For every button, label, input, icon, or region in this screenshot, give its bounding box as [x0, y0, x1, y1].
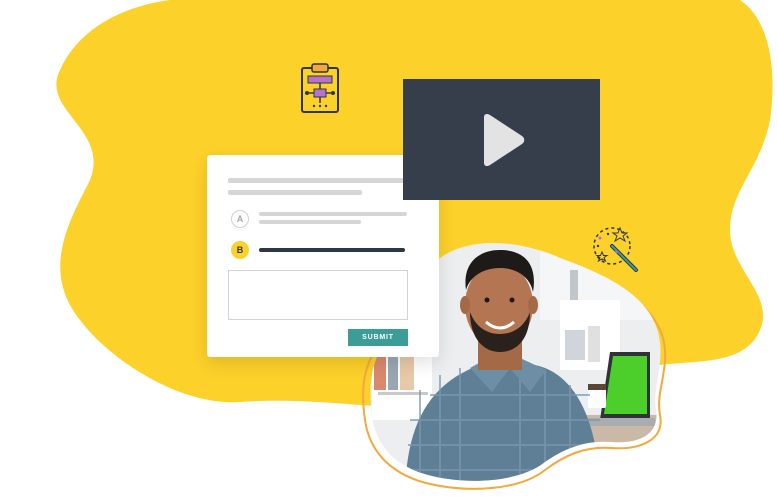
- answer-textarea[interactable]: [228, 270, 408, 320]
- question-line-1: [228, 178, 410, 183]
- play-icon[interactable]: [478, 113, 526, 167]
- option-a-radio[interactable]: A: [231, 210, 249, 228]
- question-line-2: [228, 190, 362, 195]
- option-a-line-2: [259, 220, 361, 224]
- option-b-line: [259, 248, 405, 252]
- option-a-line-1: [259, 212, 407, 216]
- magic-wand-icon: [593, 226, 638, 272]
- clipboard-flowchart-icon: [301, 63, 339, 113]
- video-player[interactable]: [403, 79, 600, 200]
- option-b-radio[interactable]: B: [231, 241, 249, 259]
- submit-button[interactable]: SUBMIT: [348, 329, 408, 346]
